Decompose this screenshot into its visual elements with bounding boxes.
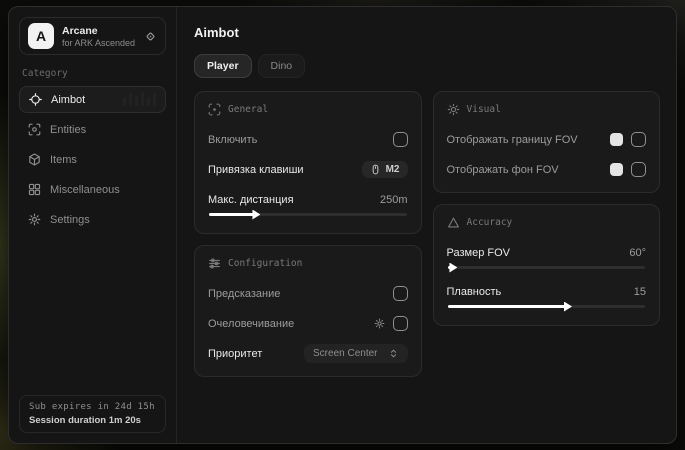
smoothness-slider[interactable] — [448, 305, 646, 308]
page-title: Aimbot — [194, 25, 660, 40]
fov-border-label: Отображать границу FOV — [447, 134, 578, 146]
slider-fill — [448, 305, 567, 308]
panel-configuration: Configuration Предсказание Очеловечивани… — [194, 245, 422, 377]
focus-icon — [208, 103, 221, 116]
arcane-window: A Arcane for ARK Ascended Category Aimbo… — [8, 6, 677, 444]
row-prediction: Предсказание — [208, 283, 408, 304]
fov-border-color-swatch[interactable] — [610, 133, 623, 146]
max-distance-label: Макс. дистанция — [208, 194, 294, 206]
max-distance-value: 250m — [380, 194, 408, 206]
tab-bar: Player Dino — [194, 54, 660, 78]
sidebar: A Arcane for ARK Ascended Category Aimbo… — [9, 7, 177, 443]
priority-select[interactable]: Screen Center — [304, 344, 407, 363]
row-fov-background: Отображать фон FOV — [447, 159, 647, 180]
game-backdrop: A Arcane for ARK Ascended Category Aimbo… — [0, 0, 685, 450]
keybind-label: Привязка клавиши — [208, 164, 304, 176]
panel-title: Configuration — [228, 258, 302, 269]
slider-knob[interactable] — [449, 263, 457, 273]
sidebar-item-label: Settings — [50, 214, 90, 226]
prediction-label: Предсказание — [208, 288, 280, 300]
sidebar-item-items[interactable]: Items — [19, 146, 166, 173]
panel-title: General — [228, 104, 268, 115]
chevron-updown-icon — [388, 348, 399, 359]
main-content: Aimbot Player Dino General — [177, 7, 676, 443]
fov-background-label: Отображать фон FOV — [447, 164, 559, 176]
row-smoothness: Плавность 15 — [447, 281, 647, 302]
humanization-checkbox[interactable] — [393, 316, 408, 331]
sun-icon — [447, 103, 460, 116]
prediction-checkbox[interactable] — [393, 286, 408, 301]
fov-border-checkbox[interactable] — [631, 132, 646, 147]
triangle-icon — [447, 216, 460, 229]
slider-knob[interactable] — [252, 210, 260, 220]
tab-player[interactable]: Player — [194, 54, 252, 78]
row-max-distance: Макс. дистанция 250m — [208, 189, 408, 210]
sidebar-item-aimbot[interactable]: Aimbot — [19, 86, 166, 113]
fov-size-slider[interactable] — [448, 266, 646, 269]
sidebar-nav: Aimbot Entities Items — [19, 86, 166, 236]
row-humanization: Очеловечивание — [208, 313, 408, 334]
enable-label: Включить — [208, 134, 257, 146]
keybind-button[interactable]: M2 — [362, 161, 408, 178]
grid-icon — [28, 183, 41, 196]
row-enable: Включить — [208, 129, 408, 150]
app-logo-card: A Arcane for ARK Ascended — [19, 17, 166, 55]
panel-title: Accuracy — [467, 217, 513, 228]
fov-size-label: Размер FOV — [447, 247, 510, 259]
diamond-target-icon[interactable] — [144, 30, 157, 43]
panel-visual: Visual Отображать границу FOV Отображать… — [433, 91, 661, 193]
panel-general: General Включить Привязка клавиши — [194, 91, 422, 234]
sidebar-item-entities[interactable]: Entities — [19, 116, 166, 143]
row-fov-size: Размер FOV 60° — [447, 242, 647, 263]
enable-checkbox[interactable] — [393, 132, 408, 147]
app-name: Arcane — [62, 25, 135, 37]
fov-size-value: 60° — [629, 247, 646, 259]
slider-fill — [209, 213, 254, 216]
equalizer-decoration — [123, 91, 156, 106]
sidebar-item-label: Miscellaneous — [50, 184, 120, 196]
sidebar-item-label: Items — [50, 154, 77, 166]
row-fov-border: Отображать границу FOV — [447, 129, 647, 150]
smoothness-value: 15 — [634, 286, 646, 298]
fov-background-checkbox[interactable] — [631, 162, 646, 177]
app-subtitle: for ARK Ascended — [62, 38, 135, 48]
slider-knob[interactable] — [564, 302, 572, 312]
box-icon — [28, 153, 41, 166]
session-duration-text: Session duration 1m 20s — [29, 415, 156, 426]
humanization-label: Очеловечивание — [208, 318, 294, 330]
gear-icon — [28, 213, 41, 226]
scan-icon — [28, 123, 41, 136]
sliders-icon — [208, 257, 221, 270]
slider-fill — [448, 266, 452, 269]
sidebar-item-miscellaneous[interactable]: Miscellaneous — [19, 176, 166, 203]
sub-expires-text: Sub expires in 24d 15h — [29, 402, 156, 412]
sidebar-item-label: Entities — [50, 124, 86, 136]
panel-accuracy: Accuracy Размер FOV 60° Плавность 15 — [433, 204, 661, 326]
humanization-settings-gear-icon[interactable] — [374, 318, 385, 329]
app-logo: A — [28, 23, 54, 49]
category-label: Category — [22, 68, 163, 79]
sidebar-item-label: Aimbot — [51, 94, 85, 106]
subscription-card: Sub expires in 24d 15h Session duration … — [19, 395, 166, 433]
panel-title: Visual — [467, 104, 501, 115]
priority-label: Приоритет — [208, 348, 262, 360]
fov-background-color-swatch[interactable] — [610, 163, 623, 176]
priority-value: Screen Center — [313, 348, 377, 359]
max-distance-slider[interactable] — [209, 213, 407, 216]
sidebar-item-settings[interactable]: Settings — [19, 206, 166, 233]
row-keybind: Привязка клавиши M2 — [208, 159, 408, 180]
keybind-value: M2 — [386, 164, 400, 175]
tab-dino[interactable]: Dino — [258, 54, 306, 78]
crosshair-icon — [29, 93, 42, 106]
row-priority: Приоритет Screen Center — [208, 343, 408, 364]
smoothness-label: Плавность — [447, 286, 502, 298]
mouse-icon — [370, 164, 381, 175]
